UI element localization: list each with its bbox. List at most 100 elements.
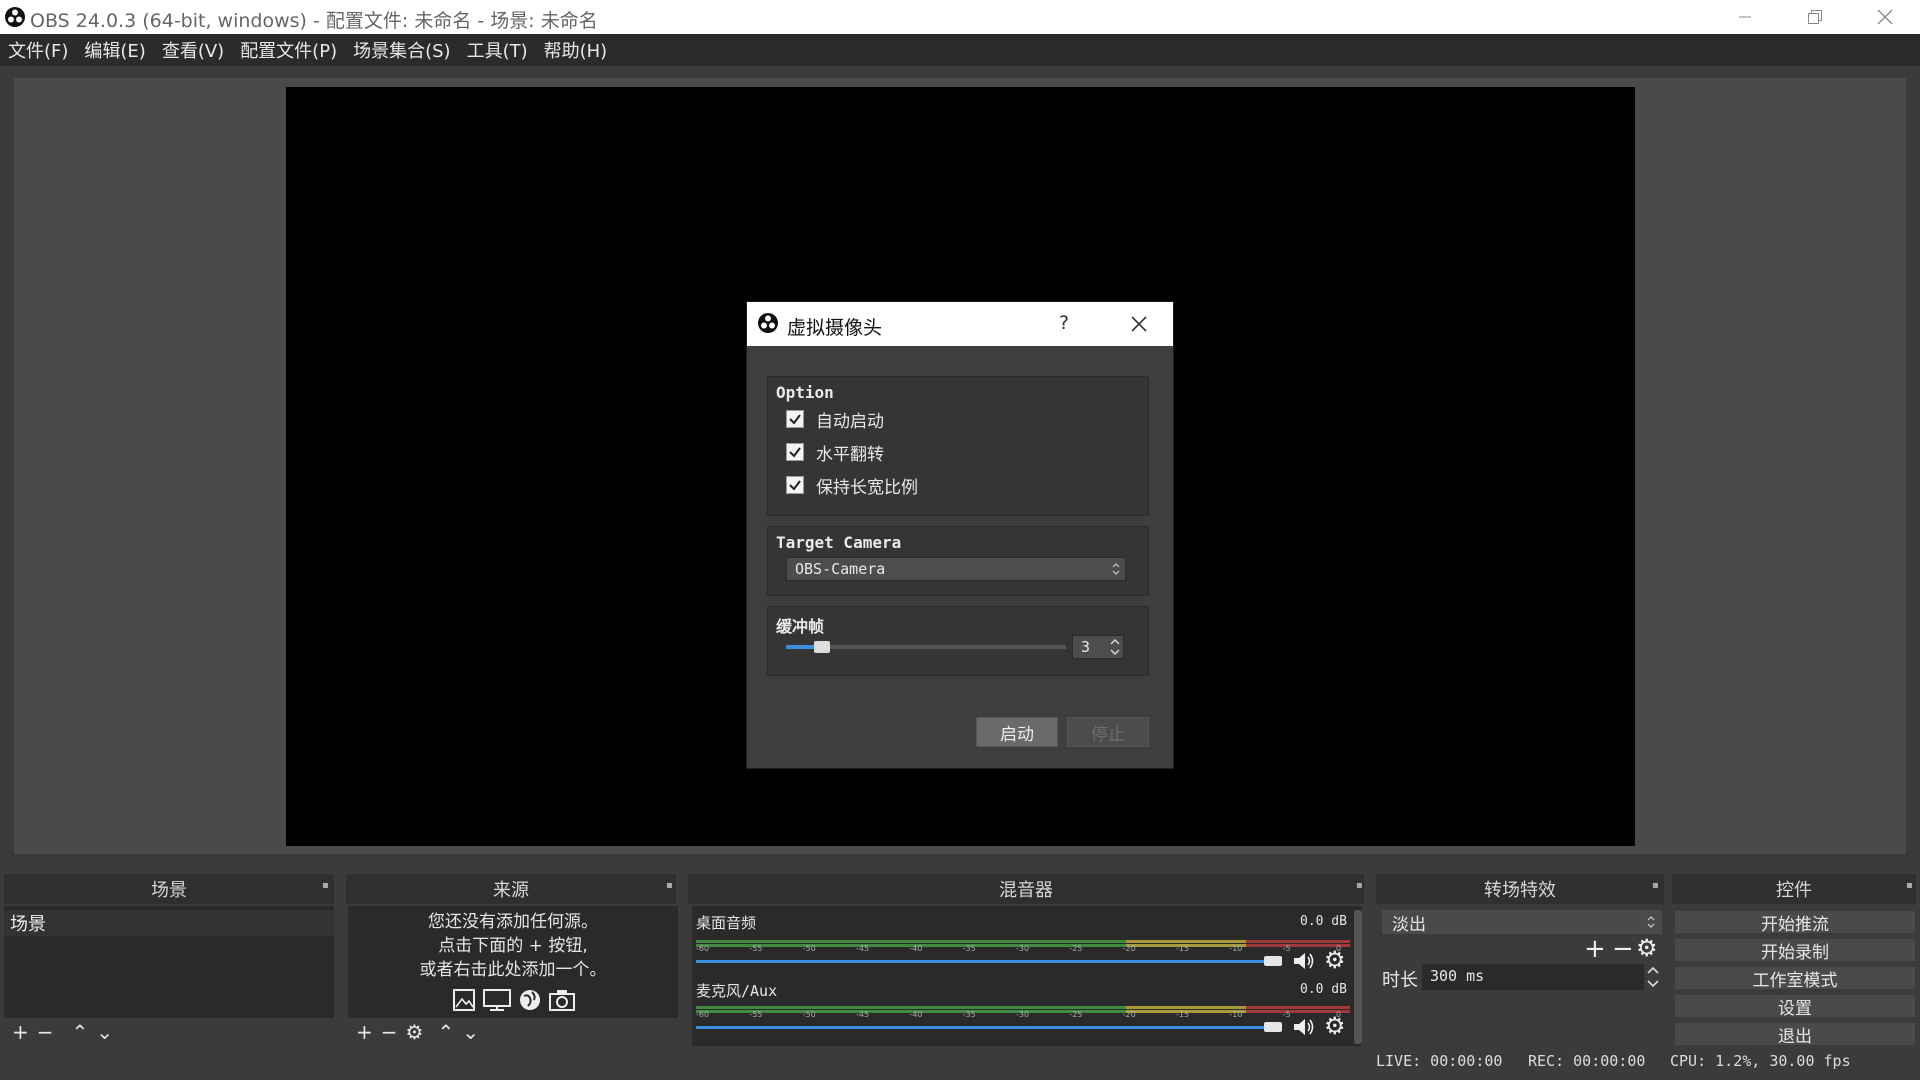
meter-tick-label: -15 [1176,1010,1190,1019]
horizontal-flip-checkbox[interactable] [786,443,804,461]
audio-meter [696,1000,1350,1013]
spinner-arrows-icon[interactable] [1109,638,1121,656]
meter-tick-label: -30 [1016,1010,1030,1019]
live-status: LIVE: 00:00:00 [1376,1052,1503,1070]
scenes-list[interactable]: 场景 [4,906,334,1018]
volume-slider-handle[interactable] [1264,1022,1282,1032]
add-icon[interactable]: + [12,1020,29,1044]
dock-float-icon[interactable]: ▪ [322,880,332,891]
image-source-icon [453,989,475,1011]
buffer-spinbox[interactable]: 3 [1072,635,1124,659]
speaker-icon[interactable] [1292,1016,1316,1038]
gear-icon[interactable]: ⚙ [1636,934,1658,962]
meter-tick-label: -5 [1282,944,1291,953]
speaker-icon[interactable] [1292,950,1316,972]
buffer-slider-track[interactable] [786,641,1066,653]
start-button[interactable]: 启动 [976,717,1058,747]
move-up-icon[interactable]: ⌃ [72,1020,89,1044]
exit-button[interactable]: 退出 [1674,1022,1916,1047]
start-recording-button[interactable]: 开始录制 [1674,938,1916,963]
transitions-dock-title: 转场特效 [1376,874,1664,904]
mixer-scrollbar[interactable] [1354,910,1362,1044]
window-title: OBS 24.0.3 (64-bit, windows) - 配置文件: 未命名… [30,10,598,32]
menu-scene-collection[interactable]: 场景集合(S) [353,37,450,63]
menu-help[interactable]: 帮助(H) [544,37,608,63]
close-window-button[interactable] [1850,0,1920,34]
mixer-channel-name: 麦克风/Aux [696,982,778,1000]
mixer-dock-title: 混音器 [688,874,1364,904]
scene-item[interactable]: 场景 [4,910,334,936]
move-down-icon[interactable]: ⌄ [96,1020,113,1044]
studio-mode-button[interactable]: 工作室模式 [1674,966,1916,991]
meter-tick-label: -15 [1176,944,1190,953]
cpu-status: CPU: 1.2%, 30.00 fps [1670,1052,1851,1070]
meter-tick-label: -10 [1229,944,1243,953]
menu-profile[interactable]: 配置文件(P) [240,37,337,63]
volume-slider-handle[interactable] [1264,956,1282,966]
gear-icon[interactable]: ⚙ [1324,946,1346,974]
duration-input[interactable]: 300 ms [1422,964,1644,990]
meter-tick-label: -5 [1282,1010,1291,1019]
mixer-channel-db: 0.0 dB [1300,982,1347,997]
display-source-icon [483,989,511,1011]
remove-icon[interactable]: − [37,1020,54,1044]
target-camera-select[interactable]: OBS-Camera [786,557,1126,581]
sources-hint-line: 或者右击此处添加一个。 [419,960,607,980]
move-up-icon[interactable]: ⌃ [437,1020,454,1044]
auto-start-checkbox-row[interactable]: 自动启动 [786,407,884,432]
keep-aspect-checkbox[interactable] [786,476,804,494]
dock-float-icon[interactable]: ▪ [1906,880,1916,891]
remove-icon[interactable]: − [381,1020,398,1044]
buffer-frames-title: 缓冲帧 [776,617,825,636]
checkmark-icon [789,414,801,425]
buffer-slider-handle[interactable] [814,641,830,653]
restore-button[interactable] [1780,0,1850,34]
minimize-button[interactable] [1710,0,1780,34]
meter-tick-label: -40 [909,1010,923,1019]
meter-tick-label: -45 [856,1010,870,1019]
camera-source-icon [549,990,575,1011]
help-button[interactable]: ? [1059,312,1069,334]
restore-icon [1808,10,1822,24]
gear-icon[interactable]: ⚙ [1324,1012,1346,1040]
start-streaming-button[interactable]: 开始推流 [1674,910,1916,935]
dock-float-icon[interactable]: ▪ [1652,880,1662,891]
settings-button[interactable]: 设置 [1674,994,1916,1019]
close-icon[interactable] [1127,312,1151,336]
menu-view[interactable]: 查看(V) [162,37,224,63]
duration-value: 300 ms [1430,967,1485,985]
meter-tick-label: -10 [1229,1010,1243,1019]
sources-list[interactable]: 您还没有添加任何源。 点击下面的 + 按钮, 或者右击此处添加一个。 [348,906,678,1018]
keep-aspect-checkbox-row[interactable]: 保持长宽比例 [786,473,918,498]
transition-value: 淡出 [1392,915,1426,935]
volume-slider[interactable] [696,956,1282,966]
add-icon[interactable]: + [356,1020,373,1044]
window-title-bar: OBS 24.0.3 (64-bit, windows) - 配置文件: 未命名… [0,0,1920,34]
add-transition-icon[interactable]: + [1584,934,1606,964]
spinner-arrows-icon [1647,916,1655,928]
menu-tools[interactable]: 工具(T) [467,37,528,63]
spinner-arrows-icon[interactable] [1646,964,1660,990]
move-down-icon[interactable]: ⌄ [462,1020,479,1044]
dock-float-icon[interactable]: ▪ [1356,880,1366,891]
auto-start-checkbox[interactable] [786,410,804,428]
dialog-title: 虚拟摄像头 [787,317,883,339]
gear-icon[interactable]: ⚙ [406,1020,424,1044]
meter-tick-label: -60 [696,1010,710,1019]
controls-dock-title: 控件 [1672,874,1916,904]
remove-transition-icon[interactable]: − [1612,934,1634,964]
menu-bar: 文件(F) 编辑(E) 查看(V) 配置文件(P) 场景集合(S) 工具(T) … [0,34,1920,66]
stop-button[interactable]: 停止 [1067,717,1149,747]
meter-tick-label: -45 [856,944,870,953]
rec-status: REC: 00:00:00 [1528,1052,1646,1070]
target-camera-value: OBS-Camera [795,560,886,578]
horizontal-flip-checkbox-row[interactable]: 水平翻转 [786,440,884,465]
dialog-title-bar: 虚拟摄像头 ? [747,302,1173,346]
dock-float-icon[interactable]: ▪ [666,880,676,891]
browser-source-icon [520,990,540,1010]
menu-file[interactable]: 文件(F) [8,37,68,63]
menu-edit[interactable]: 编辑(E) [84,37,145,63]
minimize-icon [1739,16,1751,18]
transition-select[interactable]: 淡出 [1382,910,1662,935]
volume-slider[interactable] [696,1022,1282,1032]
